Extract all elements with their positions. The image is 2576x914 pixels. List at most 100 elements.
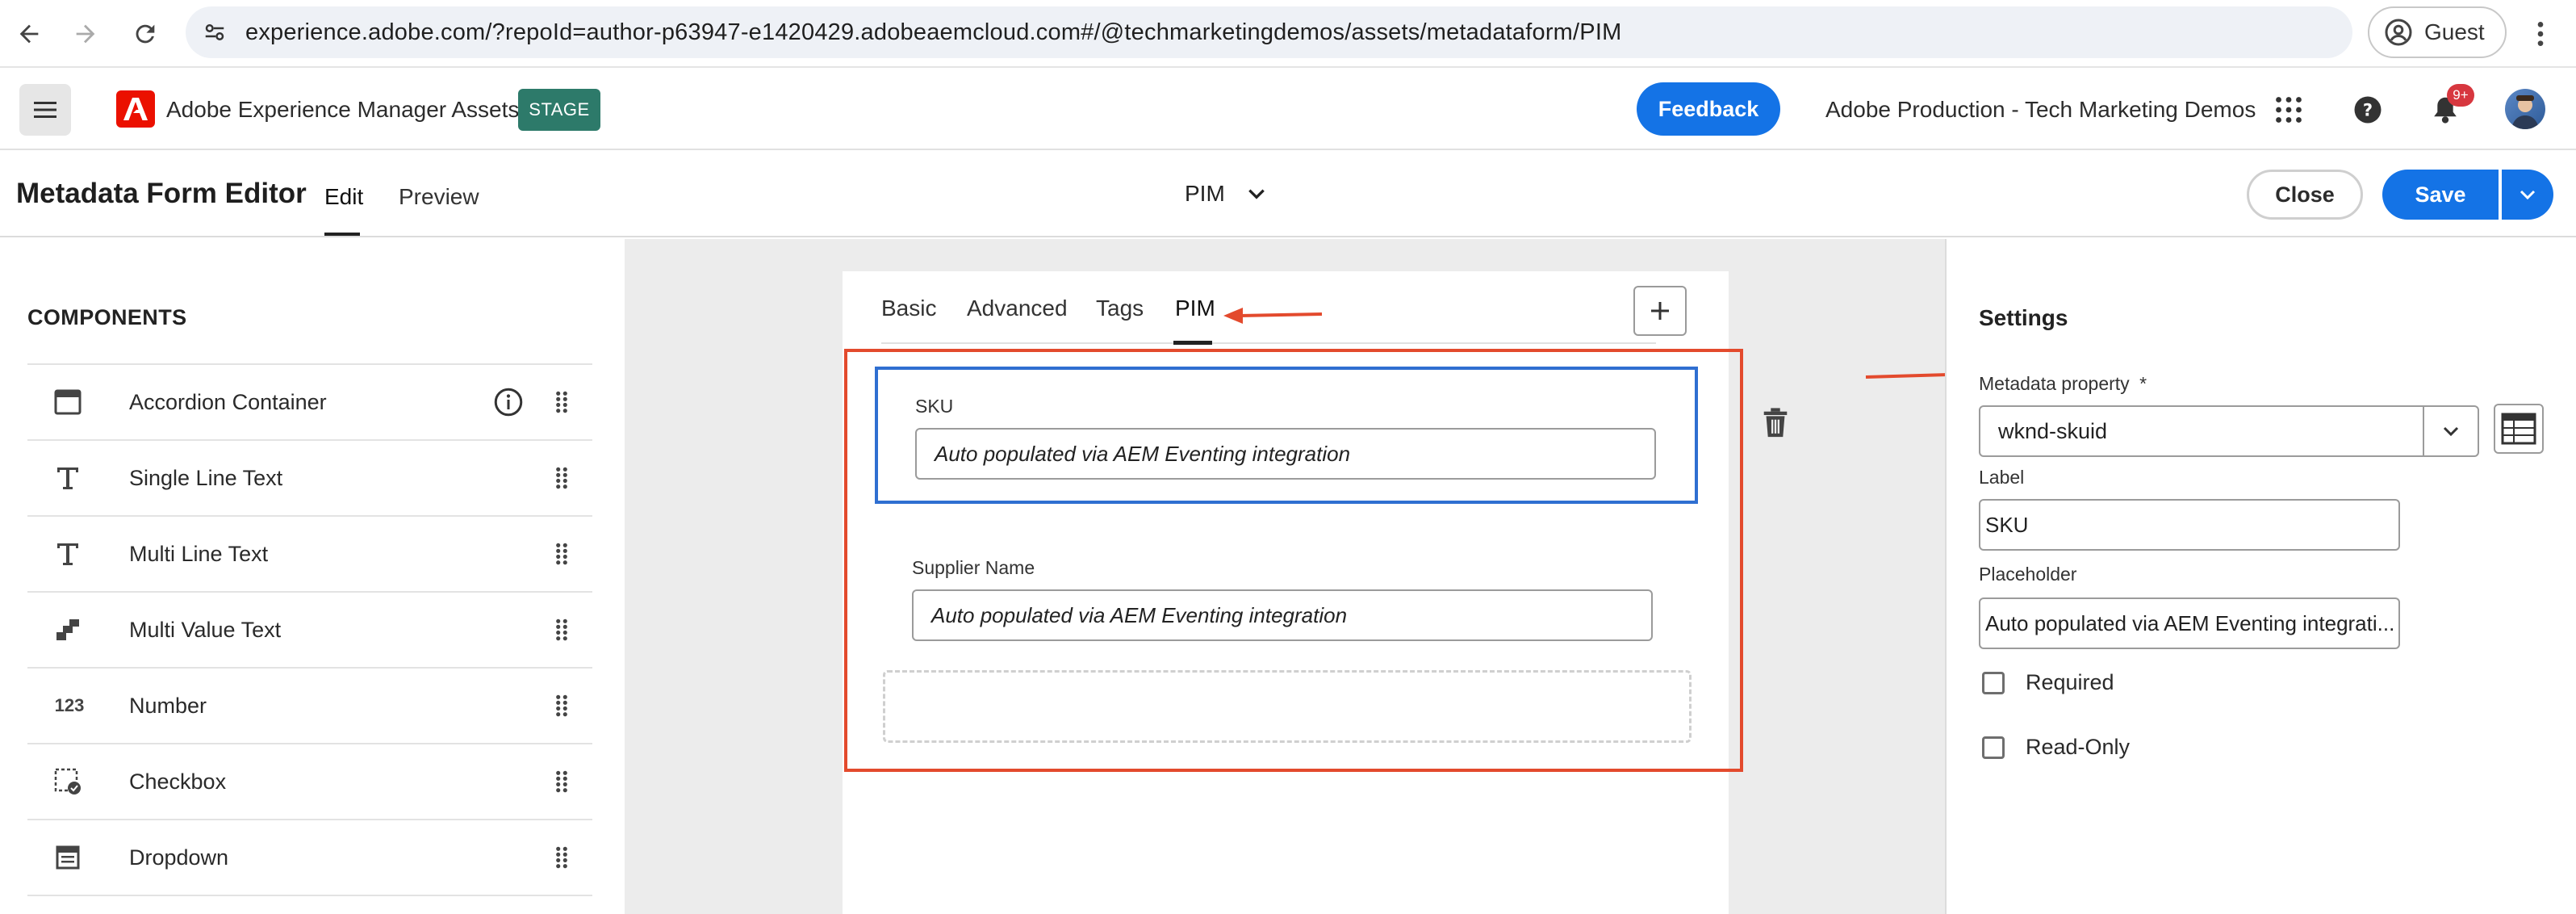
drag-handle-icon[interactable]	[554, 618, 570, 642]
environment-badge: STAGE	[518, 89, 600, 131]
adobe-a-icon	[123, 98, 148, 120]
help-button[interactable]: ?	[2348, 90, 2387, 129]
help-icon: ?	[2354, 96, 2382, 124]
text-icon	[52, 462, 84, 494]
placeholder-field-label: Placeholder	[1979, 564, 2077, 585]
field-placeholder-input[interactable]: Auto populated via AEM Eventing integrat…	[912, 589, 1653, 641]
required-asterisk: *	[2139, 373, 2147, 394]
more-vertical-icon	[2537, 22, 2544, 46]
plus-icon	[1651, 302, 1669, 320]
annotation-highlight-box: SKU Auto populated via AEM Eventing inte…	[844, 349, 1743, 772]
number-icon: 123	[54, 695, 85, 715]
component-label: Single Line Text	[129, 465, 283, 490]
component-multi-value-text[interactable]: Multi Value Text	[27, 593, 592, 669]
settings-panel: Settings Metadata property * wknd-skuid …	[1945, 239, 2576, 914]
reload-button[interactable]	[126, 15, 165, 53]
form-tab-basic[interactable]: Basic	[881, 296, 936, 321]
chevron-down-icon	[1248, 189, 1265, 199]
drag-handle-icon[interactable]	[554, 466, 570, 490]
menu-toggle-button[interactable]	[19, 84, 71, 136]
metadata-property-label-text: Metadata property	[1979, 373, 2130, 394]
component-label: Multi Value Text	[129, 617, 282, 642]
profile-button[interactable]: Guest	[2368, 6, 2507, 58]
notification-count-badge: 9+	[2447, 84, 2474, 107]
component-accordion-container[interactable]: Accordion Container	[27, 365, 592, 441]
form-tab-advanced[interactable]: Advanced	[967, 296, 1068, 321]
drag-handle-icon[interactable]	[554, 542, 570, 566]
tab-divider	[881, 342, 1656, 344]
drag-handle-icon[interactable]	[554, 694, 570, 718]
table-icon	[2501, 413, 2536, 445]
svg-text:?: ?	[2363, 101, 2373, 120]
component-label: Accordion Container	[129, 389, 327, 414]
checkbox-box[interactable]	[1982, 671, 2005, 694]
person-circle-icon	[2385, 19, 2412, 46]
field-placeholder-input[interactable]: Auto populated via AEM Eventing integrat…	[915, 428, 1656, 480]
close-button[interactable]: Close	[2247, 170, 2363, 220]
text-icon	[52, 538, 84, 570]
accordion-icon	[52, 386, 84, 418]
org-switcher[interactable]: Adobe Production - Tech Marketing Demos	[1825, 97, 2256, 123]
form-field-supplier-name[interactable]: Supplier Name Auto populated via AEM Eve…	[875, 531, 1698, 669]
component-multi-line-text[interactable]: Multi Line Text	[27, 517, 592, 593]
form-tab-pim[interactable]: PIM	[1175, 296, 1215, 321]
active-form-tab-indicator	[1173, 341, 1212, 345]
form-field-sku[interactable]: SKU Auto populated via AEM Eventing inte…	[875, 367, 1698, 504]
active-tab-indicator	[324, 233, 360, 236]
checkbox-box[interactable]	[1982, 736, 2005, 759]
required-label: Required	[2026, 670, 2114, 694]
save-options-button[interactable]	[2502, 170, 2553, 220]
chevron-down-icon	[2443, 426, 2459, 437]
address-bar[interactable]: experience.adobe.com/?repoId=author-p639…	[186, 6, 2352, 58]
annotation-arrow-left	[1223, 308, 1323, 324]
components-list: Accordion Container Single Line Text Mul…	[27, 363, 592, 896]
component-label: Multi Line Text	[129, 541, 269, 566]
tab-preview[interactable]: Preview	[399, 184, 479, 210]
feedback-button[interactable]: Feedback	[1637, 82, 1780, 136]
info-icon[interactable]	[494, 388, 523, 417]
save-button[interactable]: Save	[2382, 170, 2499, 220]
readonly-checkbox[interactable]: Read-Only	[1982, 735, 2130, 760]
checkbox-icon	[52, 765, 84, 798]
metadata-property-value: wknd-skuid	[1998, 418, 2108, 443]
components-panel: COMPONENTS Accordion Container Single Li…	[0, 239, 623, 914]
drag-handle-icon[interactable]	[554, 390, 570, 414]
label-input[interactable]: SKU	[1979, 499, 2400, 551]
reload-icon	[136, 24, 155, 44]
metadata-property-dropdown-button[interactable]	[2423, 407, 2478, 455]
drop-zone[interactable]	[883, 670, 1692, 743]
adobe-logo[interactable]	[116, 90, 155, 128]
drag-handle-icon[interactable]	[554, 769, 570, 794]
form-picker[interactable]: PIM	[1185, 181, 1267, 207]
component-single-line-text[interactable]: Single Line Text	[27, 441, 592, 517]
notifications-button[interactable]: 9+	[2426, 84, 2474, 129]
drag-handle-icon[interactable]	[554, 845, 570, 870]
site-settings-icon[interactable]	[189, 6, 240, 58]
back-button[interactable]	[10, 15, 48, 53]
profile-label: Guest	[2424, 19, 2485, 44]
arrow-left-icon	[19, 24, 39, 44]
placeholder-input[interactable]: Auto populated via AEM Eventing integrat…	[1979, 597, 2400, 649]
component-checkbox[interactable]: Checkbox	[27, 744, 592, 820]
app-header: Adobe Experience Manager Assets STAGE Fe…	[0, 69, 2576, 150]
app-grid-icon	[2276, 97, 2302, 123]
forward-button[interactable]	[66, 15, 105, 53]
component-label: Checkbox	[129, 769, 227, 794]
field-label: Supplier Name	[912, 557, 1035, 578]
tab-edit[interactable]: Edit	[324, 184, 363, 210]
required-checkbox[interactable]: Required	[1982, 670, 2114, 695]
component-number[interactable]: 123 Number	[27, 669, 592, 744]
page-title: Metadata Form Editor	[16, 178, 307, 209]
hamburger-icon	[34, 102, 56, 118]
delete-icon[interactable]	[1761, 407, 1790, 439]
dropdown-icon	[52, 841, 84, 874]
user-avatar[interactable]	[2505, 89, 2545, 129]
apps-button[interactable]	[2269, 90, 2308, 129]
browser-menu-button[interactable]	[2524, 15, 2557, 53]
component-dropdown[interactable]: Dropdown	[27, 820, 592, 896]
form-tab-tags[interactable]: Tags	[1096, 296, 1144, 321]
schema-browse-button[interactable]	[2494, 404, 2544, 454]
metadata-property-picker[interactable]: wknd-skuid	[1979, 405, 2479, 457]
add-tab-button[interactable]	[1633, 286, 1687, 336]
multi-value-icon	[52, 614, 84, 646]
